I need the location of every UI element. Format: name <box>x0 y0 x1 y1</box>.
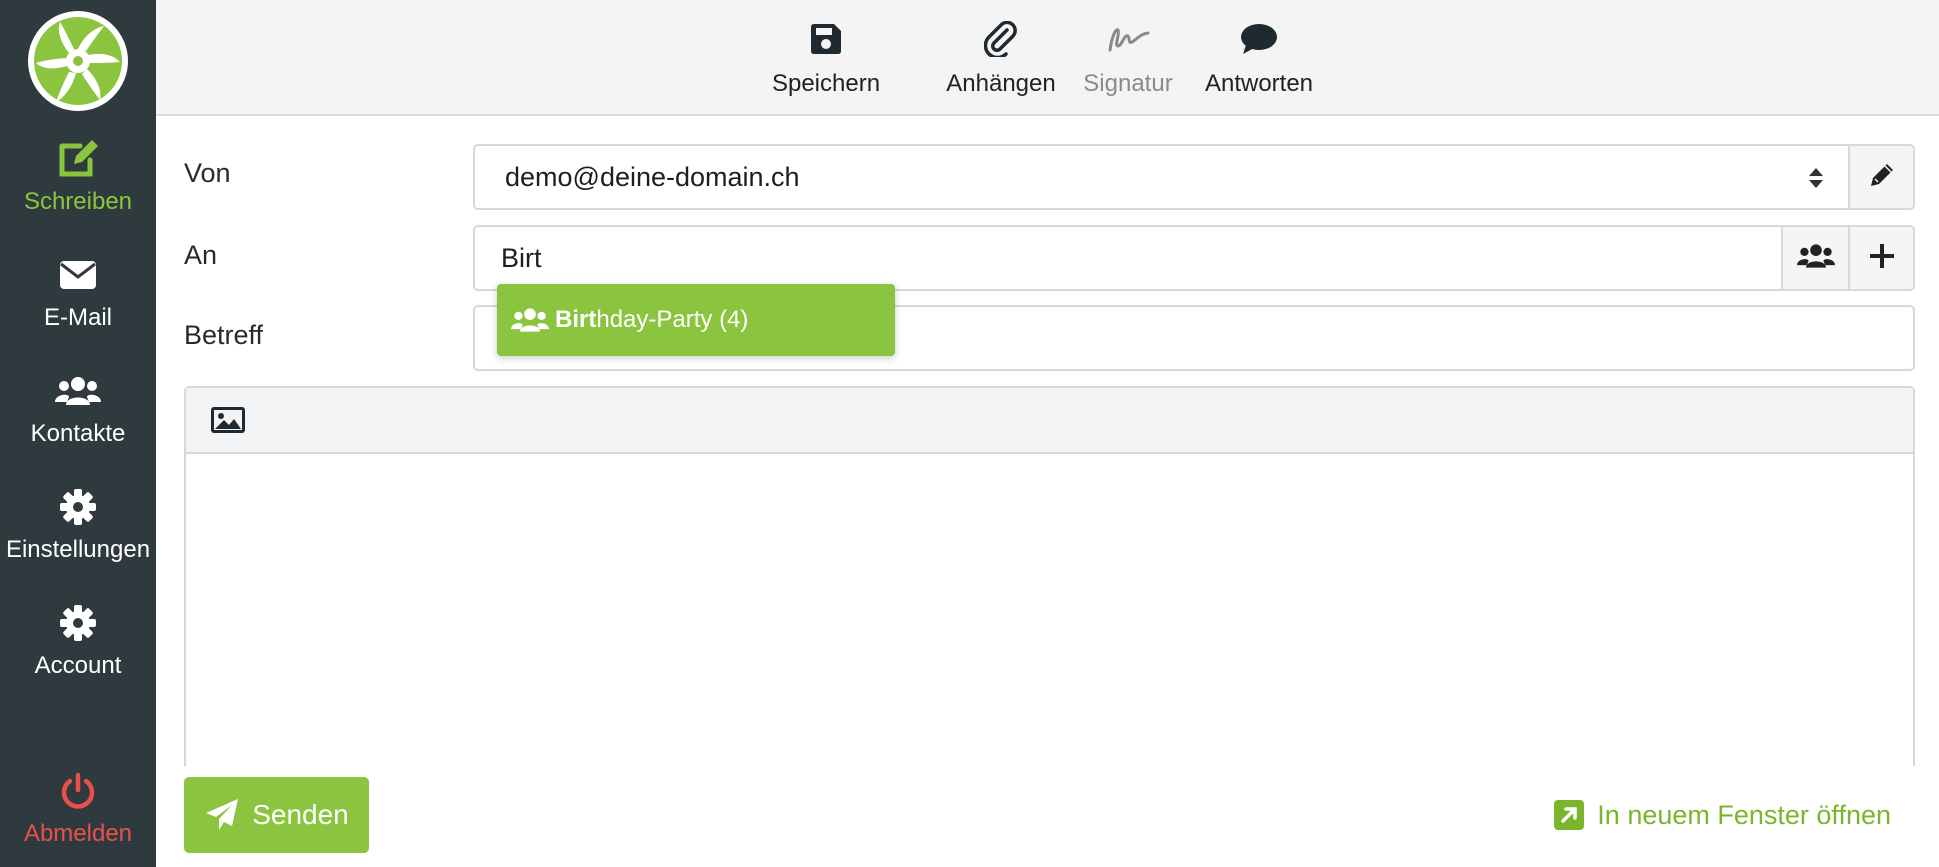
suggestion-rest: hday-Party (4) <box>596 306 749 333</box>
reply-button[interactable]: Antworten <box>1201 18 1317 102</box>
sidebar-item-label: E-Mail <box>43 304 112 331</box>
sidebar: Schreiben E-Mail Kontakte Einstellungen … <box>0 0 156 867</box>
attach-button[interactable]: Anhängen <box>944 18 1058 102</box>
from-label: Von <box>184 158 231 188</box>
power-icon <box>55 768 101 814</box>
sidebar-item-einstellungen[interactable]: Einstellungen <box>0 484 156 584</box>
external-link-icon <box>1553 799 1585 831</box>
open-in-new-window-link[interactable]: In neuem Fenster öffnen <box>1553 795 1891 835</box>
suggestion-match: Birt <box>555 306 597 333</box>
popout-label: In neuem Fenster öffnen <box>1597 799 1891 830</box>
image-icon <box>211 407 245 433</box>
subject-label: Betreff <box>184 320 264 350</box>
users-icon <box>511 306 549 334</box>
pencil-icon <box>1867 160 1897 195</box>
editor-toolbar <box>186 388 1913 454</box>
to-label: An <box>184 240 218 270</box>
signature-button[interactable]: Signatur <box>1082 18 1174 102</box>
add-recipient-button[interactable] <box>1848 225 1915 291</box>
from-select[interactable]: demo@deine-domain.ch <box>473 144 1850 210</box>
from-value: demo@deine-domain.ch <box>505 161 800 192</box>
signature-icon <box>1106 18 1150 60</box>
envelope-icon <box>55 252 101 298</box>
gear-icon <box>55 600 101 646</box>
message-editor[interactable] <box>184 386 1915 766</box>
sidebar-item-label: Schreiben <box>23 188 133 215</box>
signature-label: Signatur <box>1083 70 1173 97</box>
attach-label: Anhängen <box>946 70 1056 97</box>
address-book-button[interactable] <box>1781 225 1850 291</box>
paper-plane-icon <box>204 797 240 833</box>
speech-bubble-icon <box>1240 18 1278 60</box>
to-input[interactable]: Birt <box>473 225 1783 291</box>
sidebar-item-label: Einstellungen <box>5 536 151 563</box>
send-label: Senden <box>252 799 349 830</box>
paperclip-icon <box>984 18 1018 60</box>
sort-arrows-icon <box>1808 166 1824 197</box>
logo-icon <box>28 11 128 111</box>
app-logo[interactable] <box>24 8 132 114</box>
sidebar-item-label: Account <box>34 652 122 679</box>
sidebar-item-kontakte[interactable]: Kontakte <box>0 368 156 468</box>
logout-label: Abmelden <box>23 820 133 847</box>
save-button[interactable]: Speichern <box>772 18 880 102</box>
logout-button[interactable]: Abmelden <box>0 768 156 867</box>
autocomplete-suggestion[interactable]: Birt hday-Party (4) <box>497 284 895 356</box>
users-icon <box>1796 242 1835 275</box>
edit-icon <box>55 136 101 182</box>
sidebar-item-account[interactable]: Account <box>0 600 156 700</box>
users-icon <box>55 368 101 414</box>
sidebar-item-label: Kontakte <box>30 420 126 447</box>
sidebar-item-schreiben[interactable]: Schreiben <box>0 136 156 236</box>
gear-icon <box>55 484 101 530</box>
save-label: Speichern <box>771 70 881 97</box>
reply-label: Antworten <box>1204 70 1314 97</box>
sidebar-item-email[interactable]: E-Mail <box>0 252 156 352</box>
edit-identity-button[interactable] <box>1848 144 1915 210</box>
plus-icon <box>1869 243 1895 274</box>
send-button[interactable]: Senden <box>184 777 369 853</box>
to-value: Birt <box>501 242 542 273</box>
floppy-icon <box>809 18 843 60</box>
insert-image-button[interactable] <box>210 406 246 434</box>
compose-toolbar: Speichern Anhängen Signatur Antworten <box>156 0 1939 116</box>
